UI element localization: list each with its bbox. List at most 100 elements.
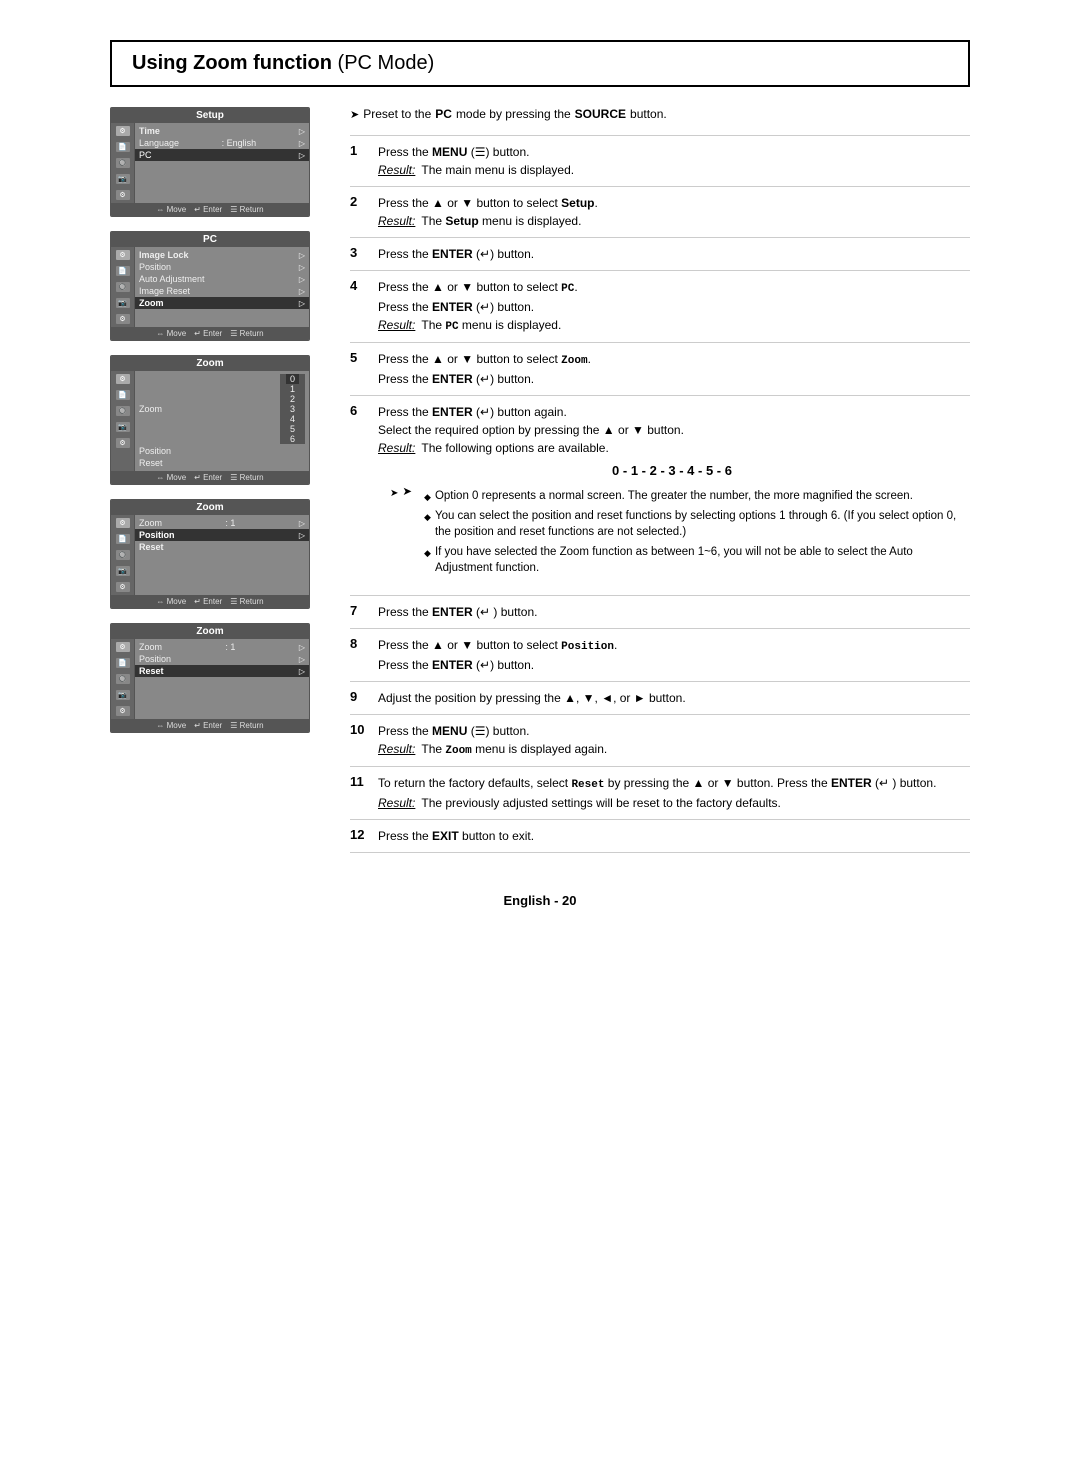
screen-zoom-pos-menu: Zoom : 1 ▷ Position ▷ Reset	[135, 515, 309, 595]
zr-position-arrow: ▷	[299, 655, 305, 664]
preset-instruction: Preset to the PC mode by pressing the SO…	[350, 107, 970, 121]
screen-zoom-position: Zoom ⚙ 📄 🔘 📷 ⚙ Zoom : 1 ▷	[110, 499, 310, 609]
step-7-content: Press the ENTER (↵ ) button.	[374, 596, 970, 629]
zoom-icon-1: ⚙	[116, 374, 130, 384]
step-9: 9 Adjust the position by pressing the ▲,…	[350, 681, 970, 714]
step-1-content: Press the MENU (☰) button. Result: The m…	[374, 136, 970, 187]
step-10-content: Press the MENU (☰) button. Result: The Z…	[374, 714, 970, 767]
screen-zoom-pos-footer: ⇔ Move ↵ Enter ☰ Return	[111, 595, 309, 608]
zoom-reset-row: Reset	[135, 457, 309, 469]
bullet-2-text: You can select the position and reset fu…	[435, 508, 966, 540]
screen-setup-footer: ⇔ Move ↵ Enter ☰ Return	[111, 203, 309, 216]
menu-image-lock: Image Lock ▷	[135, 249, 309, 261]
screen-zoom-title: Zoom	[111, 356, 309, 371]
zp-icon-2: 📄	[116, 534, 130, 544]
screen-zoom-numbers: Zoom ⚙ 📄 🔘 📷 ⚙ Zoom 0	[110, 355, 310, 485]
menu-image-lock-arrow: ▷	[299, 251, 305, 260]
title-bold: Using Zoom function	[132, 52, 332, 74]
screen-zoom-pos-title: Zoom	[111, 500, 309, 515]
step-4-content: Press the ▲ or ▼ button to select PC. Pr…	[374, 271, 970, 343]
step-2: 2 Press the ▲ or ▼ button to select Setu…	[350, 187, 970, 238]
menu-time-arrow: ▷	[299, 127, 305, 136]
result-label-6: Result:	[378, 439, 415, 457]
menu-time-label: Time	[139, 126, 160, 136]
step-3-content: Press the ENTER (↵) button.	[374, 238, 970, 271]
menu-image-reset-label: Image Reset	[139, 286, 190, 296]
bullet-3-text: If you have selected the Zoom function a…	[435, 544, 966, 576]
zoom-options: 0 - 1 - 2 - 3 - 4 - 5 - 6	[378, 461, 966, 481]
footer-return-2: ☰ Return	[230, 329, 263, 338]
step-1-result: Result: The main menu is displayed.	[378, 161, 966, 179]
zr-zoom-row: Zoom : 1 ▷	[135, 641, 309, 653]
step-11-result-text: The previously adjusted settings will be…	[421, 794, 781, 812]
step-11-result: Result: The previously adjusted settings…	[378, 794, 966, 812]
step-6-result: Result: The following options are availa…	[378, 439, 966, 457]
screen-setup-title: Setup	[111, 108, 309, 123]
step-10-num: 10	[350, 714, 374, 767]
screen-setup: Setup ⚙ 📄 🔘 📷 ⚙ Time ▷	[110, 107, 310, 217]
step-3-num: 3	[350, 238, 374, 271]
step-12-content: Press the EXIT button to exit.	[374, 819, 970, 852]
footer-enter-3: ↵ Enter	[194, 473, 222, 482]
title-mode: (PC Mode)	[332, 52, 434, 74]
footer-return-5: ☰ Return	[230, 721, 263, 730]
step-6-result-text: The following options are available.	[421, 439, 608, 457]
zr-icon-5: ⚙	[116, 706, 130, 716]
step-10: 10 Press the MENU (☰) button. Result: Th…	[350, 714, 970, 767]
result-label: Result:	[378, 161, 415, 179]
step-4-result-text: The PC menu is displayed.	[421, 316, 561, 336]
step-4-result: Result: The PC menu is displayed.	[378, 316, 966, 336]
step-7: 7 Press the ENTER (↵ ) button.	[350, 596, 970, 629]
menu-language-arrow: ▷	[299, 139, 305, 148]
menu-zoom: Zoom ▷	[135, 297, 309, 309]
zr-reset-row: Reset ▷	[135, 665, 309, 677]
step-2-result: Result: The Setup menu is displayed.	[378, 212, 966, 230]
screen-pc-body: ⚙ 📄 🔘 📷 ⚙ Image Lock ▷ Position	[111, 247, 309, 327]
step-9-num: 9	[350, 681, 374, 714]
screen-zoom-reset-title: Zoom	[111, 624, 309, 639]
screen-zoom-reset-footer: ⇔ Move ↵ Enter ☰ Return	[111, 719, 309, 732]
zp-zoom-label: Zoom	[139, 518, 162, 528]
screen-pc-icons: ⚙ 📄 🔘 📷 ⚙	[111, 247, 135, 327]
screen-pc-title: PC	[111, 232, 309, 247]
zoom-icon-2: 📄	[116, 390, 130, 400]
result-label-10: Result:	[378, 740, 415, 760]
footer-enter-2: ↵ Enter	[194, 329, 222, 338]
menu-language-label: Language	[139, 138, 179, 148]
zoom-num-3: 3	[286, 404, 299, 414]
step-1-num: 1	[350, 136, 374, 187]
menu-time: Time ▷	[135, 125, 309, 137]
step-5-content: Press the ▲ or ▼ button to select Zoom. …	[374, 343, 970, 396]
footer-move-5: ⇔ Move	[156, 721, 186, 730]
pc-icon-1: ⚙	[116, 250, 130, 260]
left-column: Setup ⚙ 📄 🔘 📷 ⚙ Time ▷	[110, 107, 330, 853]
screen-zoom-body: ⚙ 📄 🔘 📷 ⚙ Zoom 0 1 2	[111, 371, 309, 471]
step-8: 8 Press the ▲ or ▼ button to select Posi…	[350, 629, 970, 682]
icon-4: 📷	[116, 174, 130, 184]
bullet-3: If you have selected the Zoom function a…	[424, 544, 966, 576]
menu-pc-arrow: ▷	[299, 151, 305, 160]
menu-image-reset-arrow: ▷	[299, 287, 305, 296]
step-9-content: Adjust the position by pressing the ▲, ▼…	[374, 681, 970, 714]
zr-position-label: Position	[139, 654, 171, 664]
note-1-bullets: Option 0 represents a normal screen. The…	[424, 488, 966, 580]
step-6: 6 Press the ENTER (↵) button again. Sele…	[350, 395, 970, 596]
zoom-num-6: 6	[286, 434, 299, 444]
footer-move-4: ⇔ Move	[156, 597, 186, 606]
step-2-content: Press the ▲ or ▼ button to select Setup.…	[374, 187, 970, 238]
pc-icon-2: 📄	[116, 266, 130, 276]
step-8-num: 8	[350, 629, 374, 682]
step-10-result: Result: The Zoom menu is displayed again…	[378, 740, 966, 760]
menu-position-arrow: ▷	[299, 263, 305, 272]
footer-return: ☰ Return	[230, 205, 263, 214]
zoom-icon-3: 🔘	[116, 406, 130, 416]
step-4-num: 4	[350, 271, 374, 343]
zoom-icon-4: 📷	[116, 422, 130, 432]
step-2-num: 2	[350, 187, 374, 238]
zp-reset-label: Reset	[139, 542, 164, 552]
result-label-11: Result:	[378, 794, 415, 812]
menu-zoom-label: Zoom	[139, 298, 164, 308]
footer-enter-5: ↵ Enter	[194, 721, 222, 730]
menu-position-label: Position	[139, 262, 171, 272]
zoom-num-0: 0	[286, 374, 299, 384]
